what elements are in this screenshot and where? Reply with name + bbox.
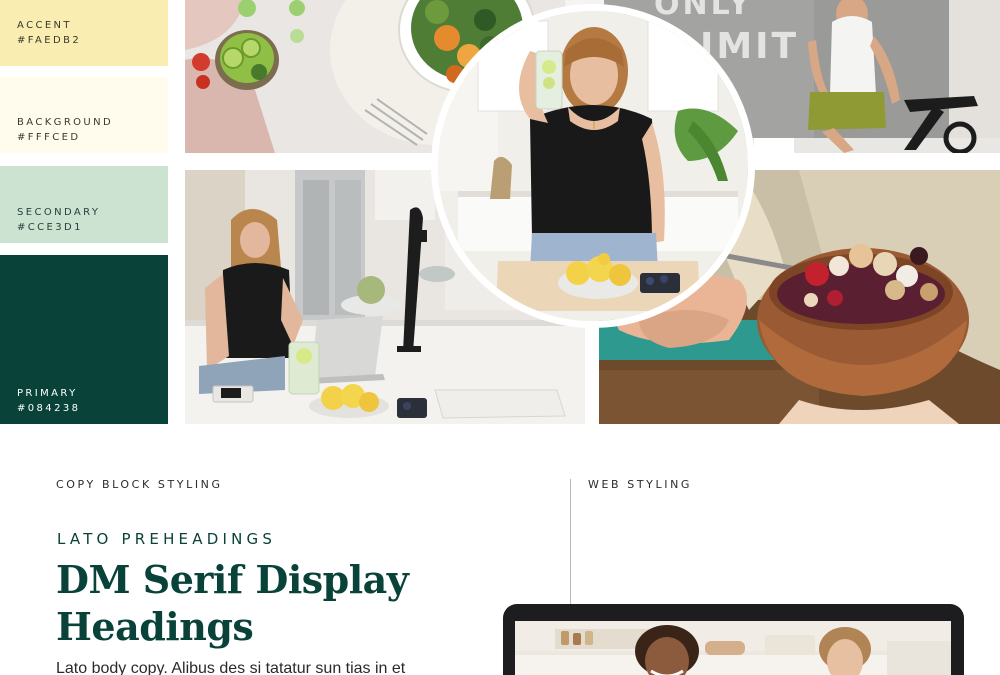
- copy-block-label: COPY BLOCK STYLING: [56, 478, 223, 491]
- swatch-background-hex: #FFFCED: [17, 132, 81, 143]
- swatch-accent: ACCENT #FAEDB2: [0, 0, 168, 66]
- heading-line-1: DM Serif Display: [56, 557, 409, 602]
- swatch-accent-hex-value: #FAEDB2: [17, 35, 82, 46]
- laptop-screen: [515, 621, 951, 675]
- preheading-sample: LATO PREHEADINGS: [57, 530, 277, 548]
- swatch-background-name: BACKGROUND: [17, 117, 114, 128]
- swatch-accent-name: ACCENT: [17, 20, 72, 31]
- swatch-secondary: SECONDARY #CCE3D1: [0, 166, 168, 243]
- web-styling-label: WEB STYLING: [588, 478, 693, 491]
- swatch-primary-hex: #084238: [17, 403, 81, 414]
- section-divider: [570, 479, 571, 607]
- woman-holding-water-photo: [431, 4, 755, 328]
- gym-wall-text-line1: ONLY: [654, 0, 753, 22]
- heading-line-2: Headings: [56, 604, 254, 649]
- swatch-primary-name: PRIMARY: [17, 388, 78, 399]
- swatch-secondary-name: SECONDARY: [17, 207, 101, 218]
- heading-sample: DM Serif Display Headings: [56, 556, 476, 650]
- swatch-background: BACKGROUND #FFFCED: [0, 77, 168, 153]
- body-copy-sample: Lato body copy. Alibus des si tatatur su…: [56, 660, 406, 675]
- swatch-accent-hex: #FAEDB2: [17, 33, 168, 48]
- swatch-primary: PRIMARY #084238: [0, 255, 168, 424]
- swatch-secondary-hex: #CCE3D1: [17, 222, 83, 233]
